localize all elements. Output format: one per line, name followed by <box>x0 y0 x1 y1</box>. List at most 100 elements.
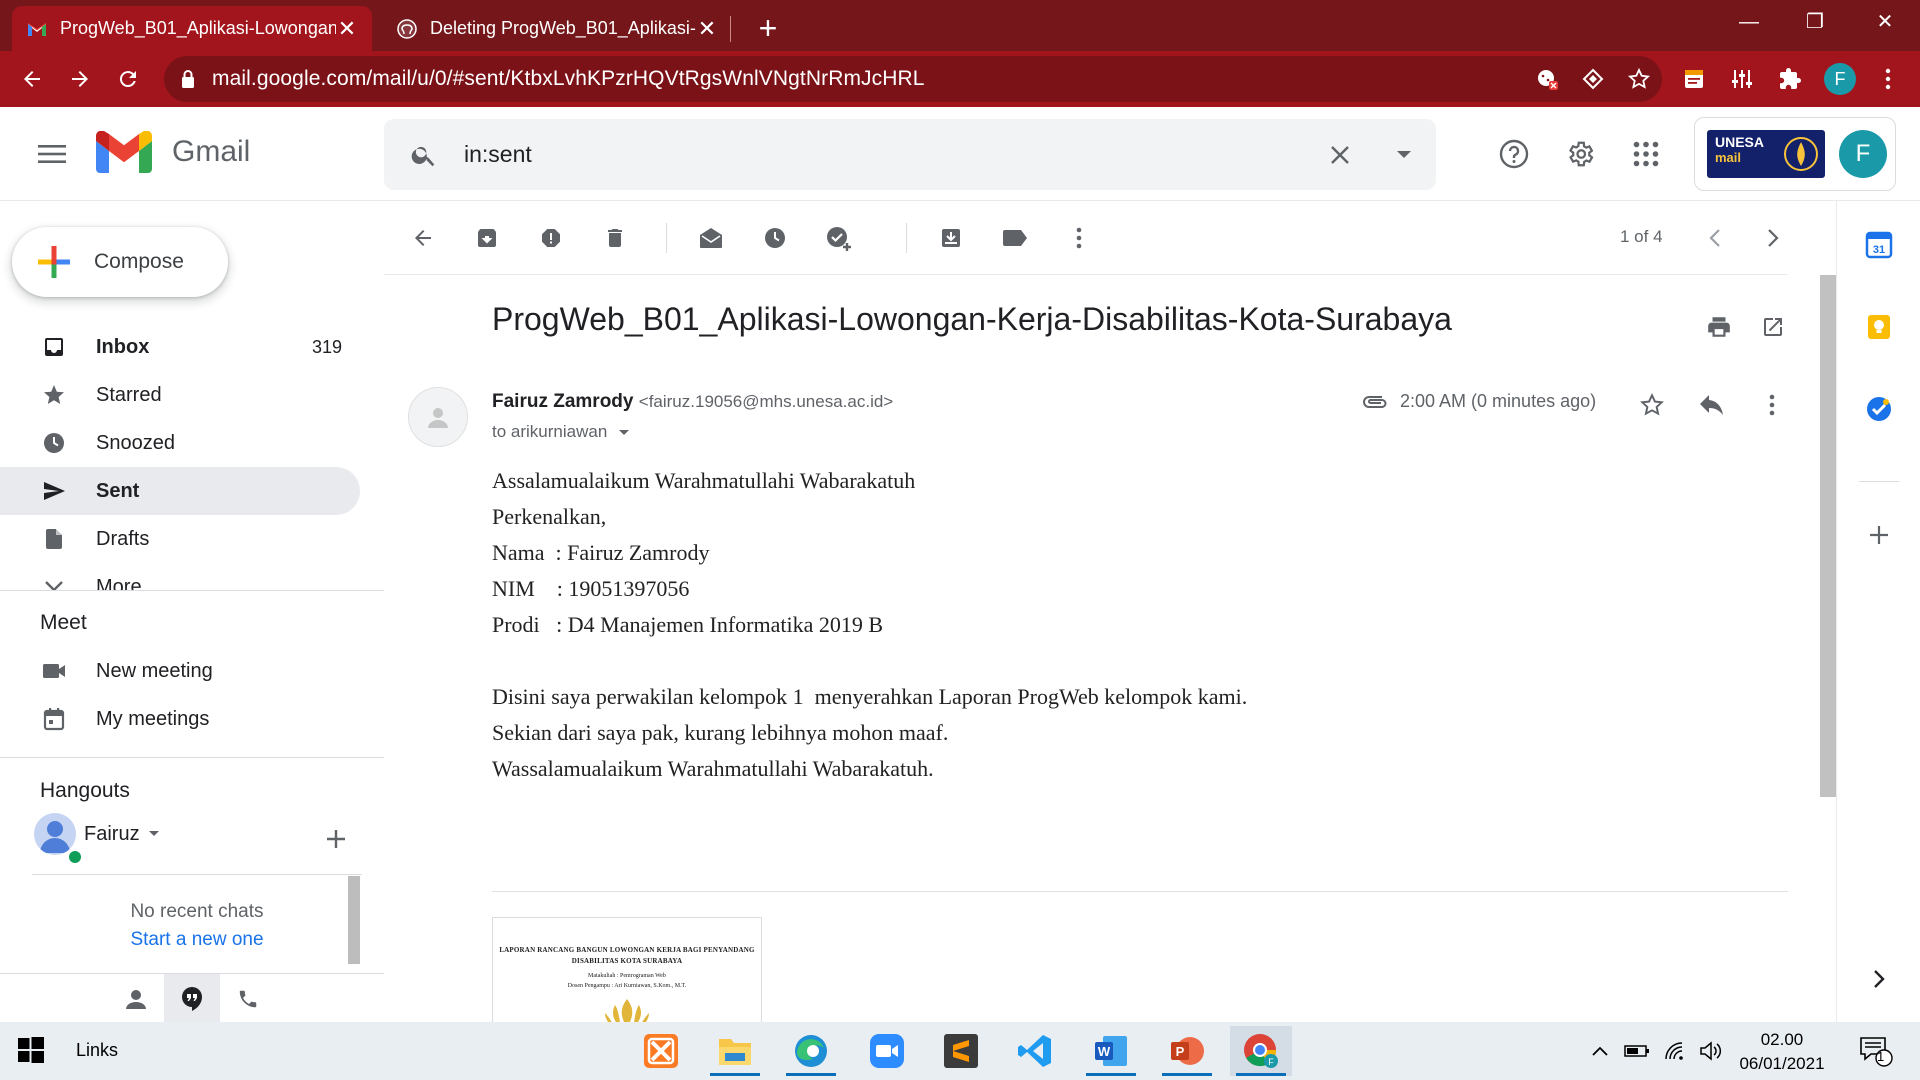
search-input[interactable] <box>464 141 1308 168</box>
extension-equalizer-icon[interactable] <box>1724 61 1760 97</box>
my-meetings-item[interactable]: My meetings <box>40 699 209 739</box>
browser-menu-icon[interactable] <box>1870 61 1906 97</box>
sidebar-item-drafts[interactable]: Drafts <box>0 515 360 563</box>
word-app[interactable]: W <box>1080 1026 1142 1076</box>
hangouts-tabs <box>0 973 384 1023</box>
search-icon[interactable] <box>384 141 464 169</box>
message-subject: ProgWeb_B01_Aplikasi-Lowongan-Kerja-Disa… <box>492 301 1452 337</box>
more-options-icon[interactable] <box>1058 217 1100 259</box>
mark-unread-icon[interactable] <box>690 217 732 259</box>
system-clock[interactable]: 02.00 06/01/2021 <box>1726 1028 1838 1076</box>
restore-button[interactable]: ❐ <box>1782 0 1848 44</box>
close-window-button[interactable]: ✕ <box>1852 0 1918 44</box>
main-menu-icon[interactable] <box>32 134 72 174</box>
xampp-app[interactable] <box>630 1026 692 1076</box>
blocked-cookie-icon[interactable] <box>1528 56 1566 102</box>
powerpoint-app[interactable]: P <box>1156 1026 1218 1076</box>
extension-note-icon[interactable] <box>1676 61 1712 97</box>
sidebar-item-more[interactable]: More <box>0 563 360 590</box>
recipient-line[interactable]: to arikurniawan <box>492 422 630 442</box>
back-to-sent-icon[interactable] <box>402 217 444 259</box>
browser-tab-gmail[interactable]: ProgWeb_B01_Aplikasi-Lowongan-Kerja-Disa… <box>12 6 372 51</box>
notification-center-icon[interactable]: 1 <box>1856 1034 1896 1068</box>
star-message-icon[interactable] <box>1632 385 1672 425</box>
sidebar-item-starred[interactable]: Starred <box>0 371 360 419</box>
tab-close-icon[interactable]: ✕ <box>336 16 358 42</box>
phone-tab[interactable] <box>220 974 276 1023</box>
edge-app[interactable] <box>780 1026 842 1076</box>
hangouts-user[interactable]: Fairuz <box>34 813 160 855</box>
chrome-app[interactable]: F <box>1230 1026 1292 1076</box>
add-chat-icon[interactable] <box>322 825 350 853</box>
start-new-chat-link[interactable]: Start a new one <box>32 929 362 951</box>
reply-icon[interactable] <box>1692 385 1732 425</box>
new-tab-button[interactable]: + <box>748 8 788 48</box>
archive-icon[interactable] <box>466 217 508 259</box>
report-spam-icon[interactable] <box>530 217 572 259</box>
side-panel: 31 <box>1836 201 1920 1022</box>
chat-tab[interactable] <box>164 974 220 1023</box>
my-meetings-label: My meetings <box>96 707 210 730</box>
zoom-app[interactable] <box>856 1026 918 1076</box>
sidebar-item-sent[interactable]: Sent <box>0 467 360 515</box>
wifi-icon[interactable] <box>1660 1038 1690 1064</box>
gmail-logo[interactable]: Gmail <box>96 131 250 173</box>
tab-close-icon[interactable]: ✕ <box>696 16 718 42</box>
browser-tab-github[interactable]: Deleting ProgWeb_B01_Aplikasi-Lowongan-K… <box>382 6 732 51</box>
message-more-icon[interactable] <box>1752 385 1792 425</box>
tasks-app-icon[interactable] <box>1859 389 1899 429</box>
open-new-window-icon[interactable] <box>1752 217 1794 336</box>
draft-icon <box>40 525 68 553</box>
sidebar-scrollbar[interactable] <box>348 876 360 964</box>
sublime-text-app[interactable] <box>930 1026 992 1076</box>
move-to-icon[interactable] <box>930 217 972 259</box>
profile-avatar[interactable]: F <box>1822 61 1858 97</box>
file-explorer-app[interactable] <box>704 1026 766 1076</box>
status-dropdown-icon[interactable] <box>148 830 160 838</box>
extension-diamond-icon[interactable] <box>1574 56 1612 102</box>
calendar-app-icon[interactable]: 31 <box>1859 225 1899 265</box>
github-icon <box>396 18 418 40</box>
search-options-icon[interactable] <box>1372 150 1436 160</box>
forward-icon[interactable] <box>62 61 98 97</box>
sidebar-item-inbox[interactable]: Inbox 319 <box>0 323 360 371</box>
reload-icon[interactable] <box>110 61 146 97</box>
hide-side-panel-icon[interactable] <box>1859 959 1899 999</box>
links-toolbar[interactable]: Links <box>76 1040 118 1061</box>
new-meeting-item[interactable]: New meeting <box>40 651 213 691</box>
snooze-clock-icon[interactable] <box>754 217 796 259</box>
recipient-details-icon[interactable] <box>618 429 630 437</box>
newer-chevron-icon[interactable] <box>1694 217 1736 259</box>
contacts-tab[interactable] <box>108 974 164 1023</box>
volume-icon[interactable] <box>1696 1038 1726 1064</box>
clear-search-icon[interactable] <box>1308 144 1372 166</box>
extensions-puzzle-icon[interactable] <box>1772 61 1808 97</box>
lock-icon[interactable] <box>164 69 212 89</box>
bookmark-star-icon[interactable] <box>1620 56 1658 102</box>
delete-icon[interactable] <box>594 217 636 259</box>
account-switcher[interactable]: UNESA mail F <box>1694 117 1896 191</box>
compose-button[interactable]: Compose <box>12 227 228 297</box>
running-indicator <box>710 1073 760 1076</box>
sender-name[interactable]: Fairuz Zamrody <box>492 391 633 412</box>
address-bar[interactable]: mail.google.com/mail/u/0/#sent/KtbxLvhKP… <box>164 56 1662 102</box>
attachment-thumbnail[interactable]: LAPORAN RANCANG BANGUN LOWONGAN KERJA BA… <box>492 917 762 1027</box>
help-icon[interactable] <box>1492 132 1536 176</box>
label-icon[interactable] <box>994 217 1036 259</box>
keep-app-icon[interactable] <box>1859 307 1899 347</box>
sidebar-item-snoozed[interactable]: Snoozed <box>0 419 360 467</box>
settings-gear-icon[interactable] <box>1558 132 1602 176</box>
get-addons-icon[interactable] <box>1859 515 1899 555</box>
vscode-app[interactable] <box>1004 1026 1066 1076</box>
windows-start-icon[interactable] <box>18 1037 44 1068</box>
add-to-tasks-icon[interactable] <box>818 217 860 259</box>
sender-avatar[interactable] <box>408 387 468 447</box>
show-hidden-icons-chevron-icon[interactable] <box>1586 1038 1614 1064</box>
minimize-button[interactable]: — <box>1716 0 1782 44</box>
google-apps-icon[interactable] <box>1624 132 1668 176</box>
back-icon[interactable] <box>14 61 50 97</box>
battery-icon[interactable] <box>1622 1038 1652 1064</box>
message-scrollbar-thumb[interactable] <box>1820 275 1836 797</box>
search-bar <box>384 119 1436 190</box>
print-icon[interactable] <box>1698 306 1740 348</box>
